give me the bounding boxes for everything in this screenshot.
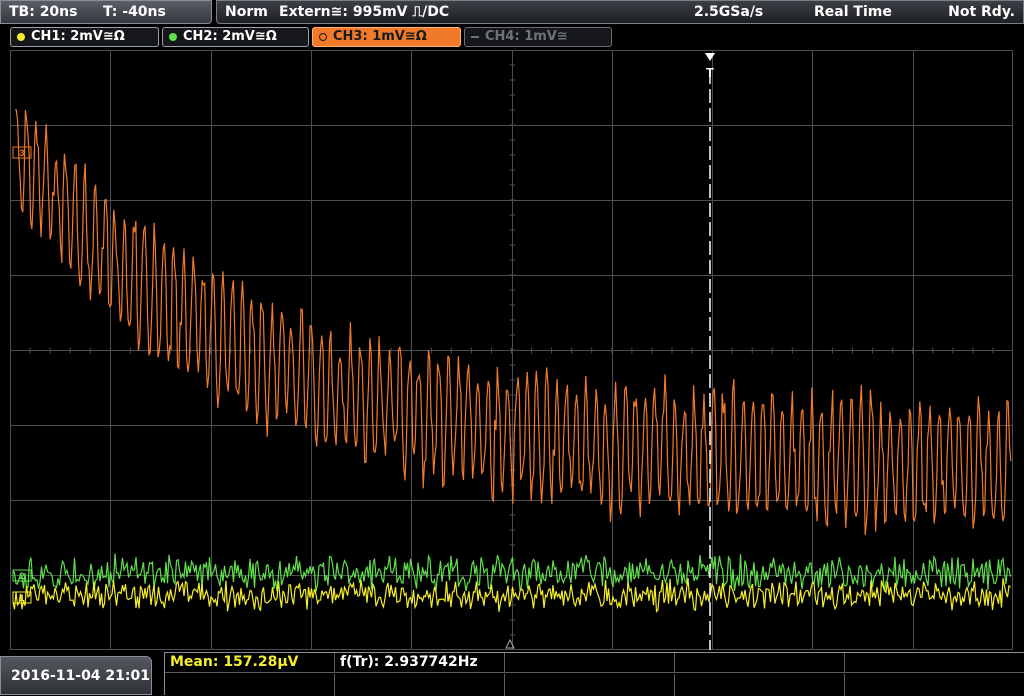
date-time: 2016-11-04 21:01 (11, 668, 150, 684)
measurement-slot-5[interactable] (845, 653, 1024, 673)
acquisition-mode: Real Time (814, 4, 892, 20)
channel-1-label: CH1: 2mV≅Ω (31, 29, 125, 44)
mean-measurement[interactable]: Mean: 157.28µV (165, 653, 335, 673)
waveform-svg[interactable]: T 3 2 1 (10, 50, 1013, 650)
measurement-panel[interactable]: Mean: 157.28µV f(Tr): 2.937742Hz (164, 652, 1024, 696)
channel-2-marker-label: 2 (19, 571, 24, 581)
channel-4-indicator-icon (471, 36, 479, 38)
trigger-mode: Norm (225, 4, 268, 20)
trigger-time-value: T: -40ns (103, 4, 166, 20)
channel-2-tab[interactable]: CH2: 2mV≅Ω (162, 27, 309, 47)
channel-3-label: CH3: 1mV≅Ω (333, 29, 427, 44)
channel-1-marker-label: 1 (19, 593, 24, 603)
measurement-slot-10[interactable] (845, 674, 1024, 696)
measurement-slot-7[interactable] (335, 674, 505, 696)
channel-1-tab[interactable]: CH1: 2mV≅Ω (10, 27, 159, 47)
measurement-slot-8[interactable] (505, 674, 675, 696)
trigger-frequency-measurement[interactable]: f(Tr): 2.937742Hz (335, 653, 505, 673)
trigger-frequency-value: f(Tr): 2.937742Hz (340, 654, 478, 670)
measurement-slot-3[interactable] (505, 653, 675, 673)
channel-3-indicator-icon (319, 33, 327, 41)
trigger-marker-label: T (706, 65, 714, 80)
timebase-value: TB: 20ns (9, 4, 78, 20)
acquisition-status: Not Rdy. (948, 4, 1015, 20)
channel-1-waveform (12, 578, 1011, 614)
measurement-slot-4[interactable] (675, 653, 845, 673)
trigger-source: Extern≅: 995mV ⎍/DC (279, 4, 450, 20)
channel-2-waveform (12, 553, 1012, 592)
trigger-status-panel[interactable]: Norm Extern≅: 995mV ⎍/DC 2.5GSa/s Real T… (216, 0, 1024, 24)
date-time-panel[interactable]: 2016-11-04 21:01 (0, 656, 152, 695)
top-status-bar: TB: 20ns T: -40ns Norm Extern≅: 995mV ⎍/… (0, 0, 1024, 26)
channel-1-indicator-icon (17, 33, 25, 41)
channel-3-tab[interactable]: CH3: 1mV≅Ω (312, 27, 461, 47)
channel-3-marker-label: 3 (19, 148, 24, 158)
trigger-marker-icon[interactable]: T (705, 53, 715, 80)
measurement-slot-9[interactable] (675, 674, 845, 696)
sample-rate: 2.5GSa/s (694, 4, 764, 20)
mean-value: Mean: 157.28µV (170, 654, 299, 670)
measurement-slot-6[interactable] (165, 674, 335, 696)
channel-4-label: CH4: 1mV≅ (485, 29, 568, 44)
channel-2-indicator-icon (169, 33, 177, 41)
channel-2-label: CH2: 2mV≅Ω (183, 29, 277, 44)
waveform-display[interactable]: T 3 2 1 (10, 50, 1013, 650)
timebase-panel[interactable]: TB: 20ns T: -40ns (0, 0, 212, 24)
channel-4-tab[interactable]: CH4: 1mV≅ (464, 27, 612, 47)
